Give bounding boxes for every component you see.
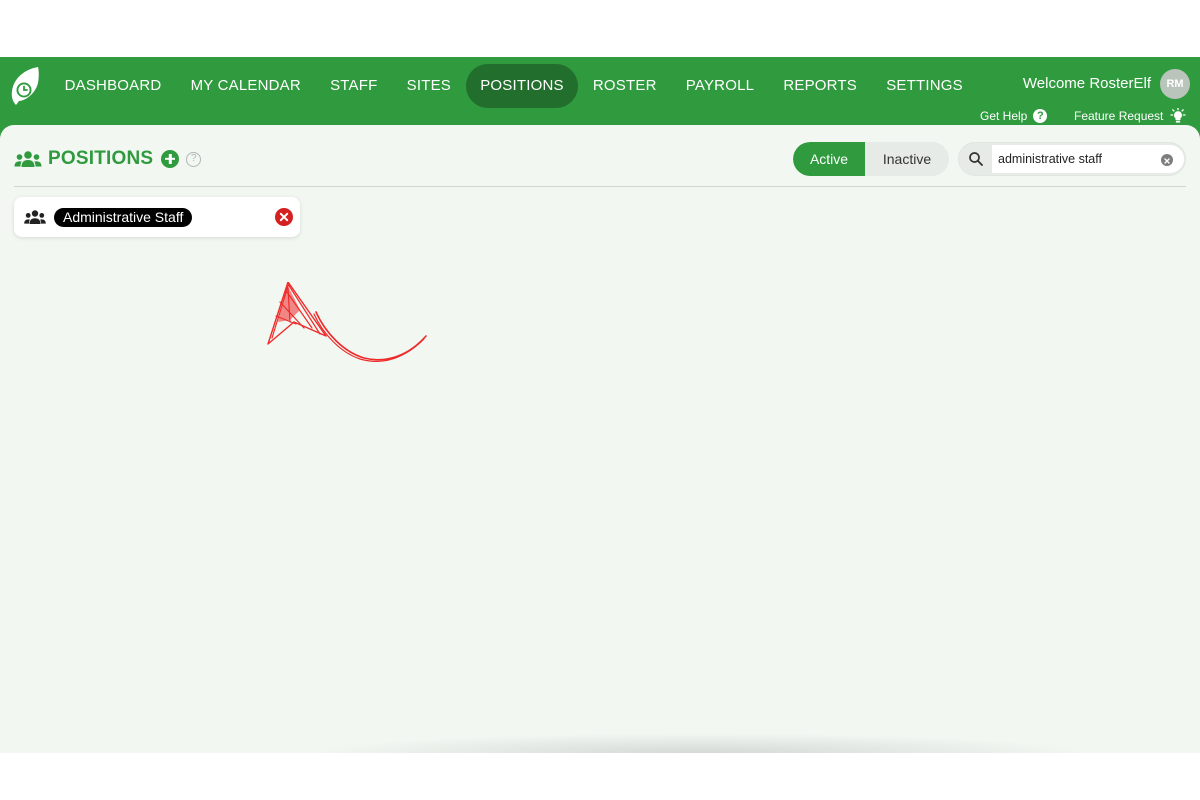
rosterelf-logo-icon[interactable] (8, 65, 42, 107)
get-help-link[interactable]: Get Help ? (980, 107, 1048, 125)
filter-active-button[interactable]: Active (793, 142, 865, 176)
people-group-icon (24, 210, 46, 224)
search-input[interactable] (992, 145, 1184, 173)
add-position-button[interactable] (161, 150, 180, 168)
page-header: POSITIONS ? (14, 147, 202, 171)
lightbulb-icon (1170, 108, 1187, 123)
user-avatar[interactable]: RM (1160, 69, 1190, 99)
welcome-text: Welcome RosterElf (1022, 75, 1151, 92)
feature-request-link[interactable]: Feature Request (1074, 107, 1187, 125)
nav-sites[interactable]: SITES (392, 64, 466, 108)
app-window: DASHBOARD MY CALENDAR STAFF SITES POSITI… (0, 57, 1200, 753)
clear-search-icon[interactable] (1161, 154, 1173, 166)
people-group-icon (14, 151, 42, 167)
filter-inactive-button[interactable]: Inactive (865, 142, 949, 176)
nav-positions[interactable]: POSITIONS (465, 64, 579, 108)
nav-my-calendar[interactable]: MY CALENDAR (176, 64, 315, 108)
page-title: POSITIONS (48, 148, 154, 169)
search-box (958, 142, 1186, 176)
content-panel: POSITIONS ? Active Inactive administrati… (0, 125, 1200, 753)
nav-payroll[interactable]: PAYROLL (671, 64, 769, 108)
search-icon (969, 152, 983, 166)
nav-reports[interactable]: REPORTS (769, 64, 872, 108)
position-name-badge[interactable]: Administrative Staff (54, 208, 193, 227)
nav-roster[interactable]: ROSTER (578, 64, 671, 108)
delete-position-icon[interactable] (275, 208, 293, 226)
nav-dashboard[interactable]: DASHBOARD (50, 64, 176, 108)
position-card: Administrative Staff (14, 197, 300, 237)
bottom-shadow (310, 733, 1090, 753)
question-icon: ? (1033, 109, 1048, 123)
header-divider (14, 186, 1186, 187)
nav-settings[interactable]: SETTINGS (872, 64, 978, 108)
nav-staff[interactable]: STAFF (316, 64, 393, 108)
get-help-label: Get Help (980, 109, 1028, 123)
help-hint-icon[interactable]: ? (186, 151, 202, 167)
feature-request-label: Feature Request (1074, 109, 1164, 123)
main-nav: DASHBOARD MY CALENDAR STAFF SITES POSITI… (50, 64, 977, 108)
status-toggle: Active Inactive (793, 142, 949, 176)
